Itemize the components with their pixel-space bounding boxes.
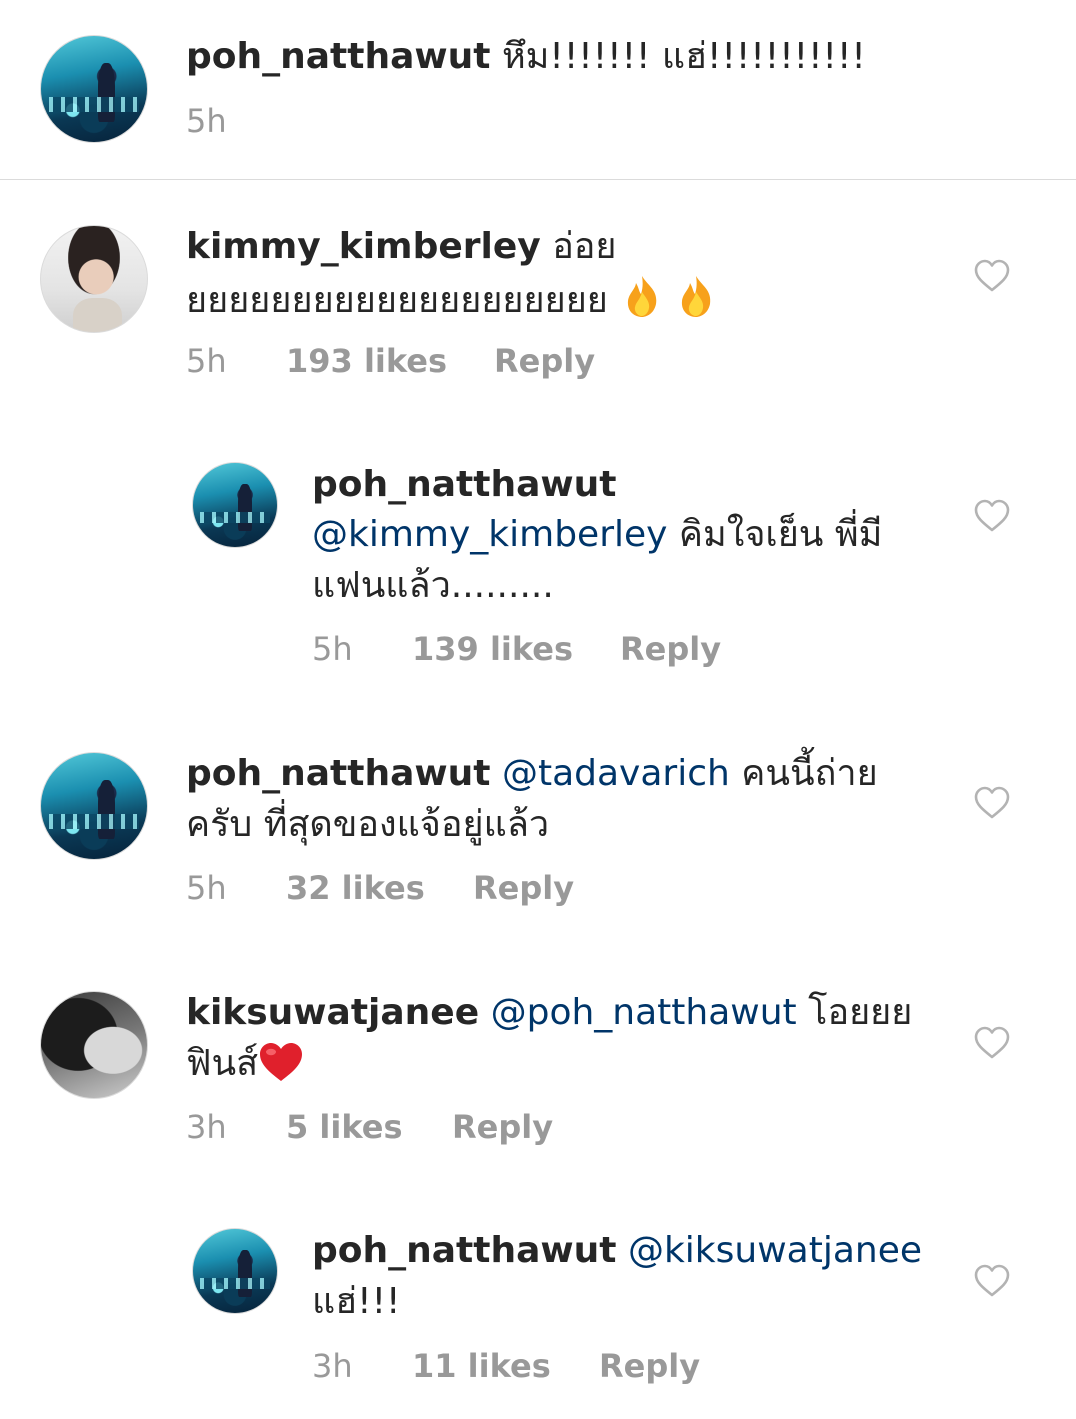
fire-icon [627, 276, 657, 317]
reply-button[interactable]: Reply [473, 868, 574, 908]
mention-link[interactable]: @kiksuwatjanee [628, 1230, 922, 1271]
like-heart-icon[interactable] [974, 786, 1010, 820]
username[interactable]: kiksuwatjanee [186, 992, 479, 1033]
comment-line-2: ยยยยยยยยยยยยยยยยยยยย [186, 274, 716, 326]
comment-line-1: poh_natthawut [312, 460, 617, 510]
comment-line-2: ฟินส์ [186, 1039, 304, 1089]
comment-text: คนนี้ถ่าย [741, 753, 878, 794]
red-heart-icon [260, 1043, 303, 1081]
fire-icon [681, 276, 711, 317]
mention-link[interactable]: @kimmy_kimberley [312, 514, 667, 555]
comment-line-2: @kimmy_kimberley คิมใจเย็น พี่มี [312, 510, 882, 560]
reply-button[interactable]: Reply [620, 629, 721, 669]
username[interactable]: poh_natthawut [186, 753, 491, 794]
caption-text-line: poh_natthawut หึม!!!!!!! แฮ่!!!!!!!!!!! [186, 32, 866, 82]
mention-link[interactable]: @tadavarich [502, 753, 730, 794]
like-heart-icon[interactable] [974, 499, 1010, 533]
likes-count[interactable]: 11 likes [412, 1346, 551, 1386]
like-heart-icon[interactable] [974, 1264, 1010, 1298]
avatar[interactable] [40, 991, 148, 1099]
comment-line-2: แฮ่!!! [312, 1277, 400, 1327]
comment-text: คิมใจเย็น พี่มี [678, 514, 883, 555]
timestamp: 5h [186, 102, 227, 140]
avatar[interactable] [40, 752, 148, 860]
comment-line-2: ครับ ที่สุดของแจ้อยู่แล้ว [186, 800, 549, 850]
username[interactable]: kimmy_kimberley [186, 226, 541, 267]
username[interactable]: poh_natthawut [312, 1230, 617, 1271]
comment-line-1: poh_natthawut @tadavarich คนนี้ถ่าย [186, 749, 878, 799]
comment-text: แฮ่!!! [312, 1281, 401, 1322]
comment-text: ฟินส์ [186, 1043, 259, 1084]
like-heart-icon[interactable] [974, 259, 1010, 293]
username[interactable]: poh_natthawut [312, 464, 617, 505]
timestamp: 5h [312, 630, 353, 668]
likes-count[interactable]: 193 likes [286, 341, 447, 381]
avatar[interactable] [192, 462, 278, 548]
comment-text: แฟนแล้ว......... [312, 565, 554, 606]
likes-count[interactable]: 139 likes [412, 629, 573, 669]
divider [0, 179, 1076, 180]
comment-line-1: poh_natthawut @kiksuwatjanee [312, 1226, 922, 1276]
reply-button[interactable]: Reply [599, 1346, 700, 1386]
username[interactable]: poh_natthawut [186, 36, 491, 77]
timestamp: 5h [186, 869, 227, 907]
comment-line-1: kimmy_kimberley อ่อย [186, 222, 617, 272]
avatar[interactable] [40, 225, 148, 333]
avatar[interactable] [192, 1228, 278, 1314]
timestamp: 3h [186, 1108, 227, 1146]
comment-text: โอยยย [808, 992, 913, 1033]
avatar[interactable] [40, 35, 148, 143]
caption-text: หึม!!!!!!! แฮ่!!!!!!!!!!! [501, 36, 866, 77]
comment-text: ยยยยยยยยยยยยยยยยยยยย [186, 280, 608, 321]
reply-button[interactable]: Reply [452, 1107, 553, 1147]
timestamp: 3h [312, 1347, 353, 1385]
mention-link[interactable]: @poh_natthawut [491, 992, 797, 1033]
comment-line-1: kiksuwatjanee @poh_natthawut โอยยย [186, 988, 912, 1038]
timestamp: 5h [186, 342, 227, 380]
likes-count[interactable]: 32 likes [286, 868, 425, 908]
comment-line-3: แฟนแล้ว......... [312, 561, 554, 611]
comment-text: ครับ ที่สุดของแจ้อยู่แล้ว [186, 804, 550, 845]
likes-count[interactable]: 5 likes [286, 1107, 403, 1147]
comment-text: อ่อย [552, 226, 617, 267]
like-heart-icon[interactable] [974, 1026, 1010, 1060]
reply-button[interactable]: Reply [494, 341, 595, 381]
